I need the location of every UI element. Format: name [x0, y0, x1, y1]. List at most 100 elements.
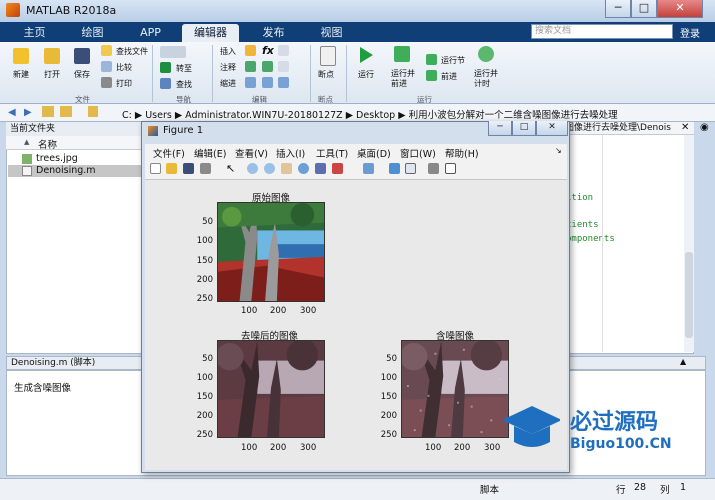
minimize-button[interactable]: ─	[605, 0, 631, 18]
run-time-button[interactable]: 运行并 计时	[474, 69, 504, 89]
tab-publish[interactable]: 发布	[245, 24, 302, 42]
run-button[interactable]: 运行	[358, 69, 374, 80]
print-figure-icon[interactable]	[200, 163, 211, 174]
advance-icon	[426, 70, 437, 81]
menu-desktop[interactable]: 桌面(D)	[357, 146, 391, 160]
breakpoints-icon	[320, 46, 336, 66]
search-input[interactable]: 搜索文档	[531, 24, 673, 39]
code-line: ition	[566, 193, 594, 203]
watermark-en: Biguo100.CN	[570, 436, 672, 452]
breakpoints-button[interactable]: 断点	[318, 69, 334, 80]
function-fx-icon[interactable]: fx	[262, 44, 274, 57]
comment-icon	[245, 61, 256, 72]
menu-window[interactable]: 窗口(W)	[400, 146, 436, 160]
pointer-icon[interactable]: ↖	[226, 162, 235, 175]
x-tick-label: 100	[241, 306, 258, 316]
run-time-icon	[478, 46, 494, 62]
open-file-icon[interactable]	[166, 163, 177, 174]
open-folder-icon	[44, 48, 60, 64]
scrollbar-thumb[interactable]	[685, 252, 693, 338]
menu-insert[interactable]: 插入(I)	[276, 146, 305, 160]
indent-icon	[262, 77, 273, 88]
status-bar	[0, 478, 715, 500]
new-figure-icon[interactable]	[150, 163, 161, 174]
menu-edit[interactable]: 编辑(E)	[194, 146, 226, 160]
figure-maximize-button[interactable]: □	[512, 121, 536, 136]
y-tick-label: 200	[196, 411, 213, 421]
run-section-button[interactable]: 运行节	[441, 55, 465, 66]
code-line: omponents	[566, 234, 615, 244]
new-icon	[13, 48, 29, 64]
outdent-icon	[278, 77, 289, 88]
pan-hand-icon[interactable]	[281, 163, 292, 174]
window-title: MATLAB R2018a	[26, 4, 117, 17]
tab-editor[interactable]: 编辑器	[182, 24, 239, 42]
tab-apps[interactable]: APP	[122, 24, 179, 42]
colorbar-icon[interactable]	[389, 163, 400, 174]
indent-button[interactable]: 缩进	[220, 78, 236, 89]
dock-arrow-icon[interactable]: ↘	[555, 146, 562, 155]
editor-close-icon[interactable]: ✕	[681, 122, 689, 133]
rotate-3d-icon[interactable]	[298, 163, 309, 174]
breadcrumb-drive[interactable]: C:	[122, 110, 132, 121]
breadcrumb-users[interactable]: Users	[145, 110, 172, 121]
nav-arrows-icon	[160, 46, 186, 58]
y-tick-label: 250	[196, 430, 213, 440]
y-tick-label: 200	[196, 275, 213, 285]
comment-button[interactable]: 注释	[220, 62, 236, 73]
y-tick-label: 150	[196, 256, 213, 266]
x-tick-label: 200	[270, 306, 287, 316]
run-advance-button[interactable]: 运行并 前进	[391, 69, 421, 89]
editor-margin-line	[602, 135, 603, 352]
up-folder-icon[interactable]	[42, 106, 54, 117]
name-column-header[interactable]: 名称	[38, 137, 57, 151]
menu-file[interactable]: 文件(F)	[153, 146, 185, 160]
menu-help[interactable]: 帮助(H)	[445, 146, 479, 160]
hide-plot-tools-icon[interactable]	[428, 163, 439, 174]
figure-close-button[interactable]: ✕	[536, 121, 568, 136]
brush-icon[interactable]	[332, 163, 343, 174]
figure-minimize-button[interactable]: ─	[488, 121, 512, 136]
find-button[interactable]: 查找	[176, 79, 192, 90]
collapse-icon[interactable]: ▲	[680, 357, 686, 366]
compare-button[interactable]: 比较	[116, 62, 132, 73]
save-figure-icon[interactable]	[183, 163, 194, 174]
zoom-out-icon[interactable]	[264, 163, 275, 174]
back-arrow-icon[interactable]: ◀	[8, 107, 16, 118]
original-image	[217, 202, 325, 302]
maximize-button[interactable]: □	[631, 0, 657, 18]
goto-button[interactable]: 转至	[176, 63, 192, 74]
advance-button[interactable]: 前进	[441, 71, 457, 82]
tab-home[interactable]: 主页	[6, 24, 63, 42]
open-button[interactable]: 打开	[44, 69, 60, 80]
find-file-button[interactable]: 查找文件	[116, 46, 148, 57]
link-plot-icon[interactable]	[363, 163, 374, 174]
status-col: 1	[680, 482, 687, 493]
find-file-icon	[101, 45, 112, 56]
y-tick-label: 100	[196, 236, 213, 246]
tab-plots[interactable]: 绘图	[64, 24, 121, 42]
breadcrumb-admin[interactable]: Administrator.WIN7U-20180127Z	[185, 110, 343, 121]
y-tick-label: 150	[380, 392, 397, 402]
login-button[interactable]: 登录	[680, 25, 700, 40]
save-button[interactable]: 保存	[74, 69, 90, 80]
editor-menu-icon[interactable]: ◉	[700, 122, 709, 133]
menu-view[interactable]: 查看(V)	[235, 146, 268, 160]
print-button[interactable]: 打印	[116, 78, 132, 89]
browse-folder-icon[interactable]	[60, 106, 72, 117]
smart-indent-icon	[245, 77, 256, 88]
ribbon-separator	[212, 45, 213, 102]
new-button[interactable]: 新建	[13, 69, 29, 80]
breadcrumb-desktop[interactable]: Desktop	[356, 110, 395, 121]
print-icon	[101, 77, 112, 88]
close-button[interactable]: ✕	[657, 0, 703, 18]
tab-view[interactable]: 视图	[303, 24, 360, 42]
legend-icon[interactable]	[405, 163, 416, 174]
insert-button[interactable]: 插入	[220, 46, 236, 57]
zoom-in-icon[interactable]	[247, 163, 258, 174]
forward-arrow-icon[interactable]: ▶	[24, 107, 32, 118]
menu-tools[interactable]: 工具(T)	[316, 146, 348, 160]
data-cursor-icon[interactable]	[315, 163, 326, 174]
breadcrumb-project[interactable]: 利用小波包分解对一个二维含噪图像进行去噪处理	[409, 110, 618, 121]
show-plot-tools-icon[interactable]	[445, 163, 456, 174]
